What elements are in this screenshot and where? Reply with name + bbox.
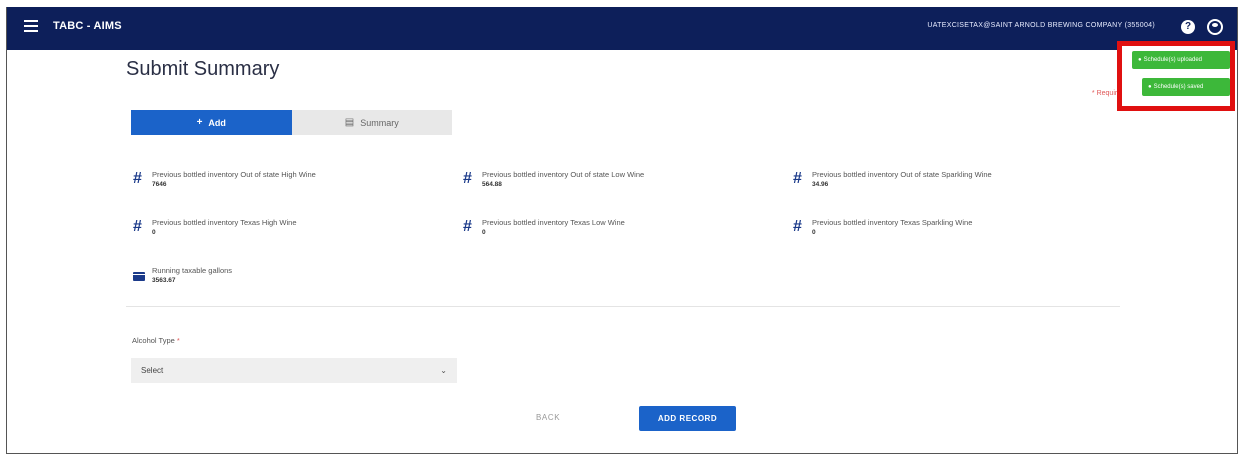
metric-oos-high-wine: # Previous bottled inventory Out of stat… [133,170,316,190]
metric-oos-low-wine: # Previous bottled inventory Out of stat… [463,170,644,190]
page-title: Submit Summary [126,58,280,80]
top-bar: TABC - AIMS UATEXCISETAX@SAINT ARNOLD BR… [7,7,1237,50]
hash-icon: # [133,218,142,235]
hash-icon: # [793,218,802,235]
metric-label: Previous bottled inventory Texas Sparkli… [812,218,973,227]
account-icon[interactable] [1207,19,1223,35]
tab-summary-label: Summary [360,117,399,128]
wallet-icon [133,272,145,281]
toast-highlight-box: Schedule(s) uploaded Schedule(s) saved [1117,41,1235,111]
alcohol-type-label-text: Alcohol Type [132,336,175,345]
toast-uploaded[interactable]: Schedule(s) uploaded [1132,51,1230,69]
back-button[interactable]: BACK [536,413,560,422]
hash-icon: # [133,170,142,187]
metric-value: 564.88 [482,181,502,188]
tab-add-label: Add [208,117,226,128]
app-title: TABC - AIMS [53,20,122,32]
metric-label: Previous bottled inventory Texas Low Win… [482,218,625,227]
metric-texas-low-wine: # Previous bottled inventory Texas Low W… [463,218,625,238]
tab-add[interactable]: + Add [131,110,292,135]
metric-label: Running taxable gallons [152,266,233,275]
metric-texas-high-wine: # Previous bottled inventory Texas High … [133,218,297,238]
required-marker: * [176,336,180,345]
toast-saved[interactable]: Schedule(s) saved [1142,78,1230,96]
hamburger-menu-icon[interactable] [24,20,38,32]
metric-texas-sparkling-wine: # Previous bottled inventory Texas Spark… [793,218,972,238]
metric-label: Previous bottled inventory Texas High Wi… [152,218,297,227]
metric-value: 3563.67 [152,277,176,284]
hash-icon: # [463,218,472,235]
hash-icon: # [463,170,472,187]
metric-value: 34.96 [812,181,829,188]
add-record-button[interactable]: ADD RECORD [639,406,736,431]
metric-running-taxable-gallons: Running taxable gallons 3563.67 [133,266,232,286]
metric-value: 0 [812,229,816,236]
tab-bar: + Add ▤ Summary [131,110,452,135]
list-icon: ▤ [344,117,355,128]
alcohol-type-value: Select [141,366,164,375]
metric-value: 7646 [152,181,167,188]
tab-summary[interactable]: ▤ Summary [291,110,452,135]
hash-icon: # [793,170,802,187]
metric-oos-sparkling-wine: # Previous bottled inventory Out of stat… [793,170,992,190]
metric-label: Previous bottled inventory Out of state … [812,170,992,179]
section-divider [126,306,1120,307]
metric-label: Previous bottled inventory Out of state … [152,170,316,179]
alcohol-type-label: Alcohol Type * [132,336,180,345]
metric-label: Previous bottled inventory Out of state … [482,170,645,179]
plus-icon: + [196,117,203,128]
user-account-label: UATEXCISETAX@SAINT ARNOLD BREWING COMPAN… [927,22,1155,29]
metric-value: 0 [482,229,486,236]
metric-value: 0 [152,229,156,236]
alcohol-type-select[interactable]: Select ⌄ [131,358,457,383]
chevron-down-icon: ⌄ [440,366,447,375]
help-icon[interactable]: ? [1181,20,1195,34]
